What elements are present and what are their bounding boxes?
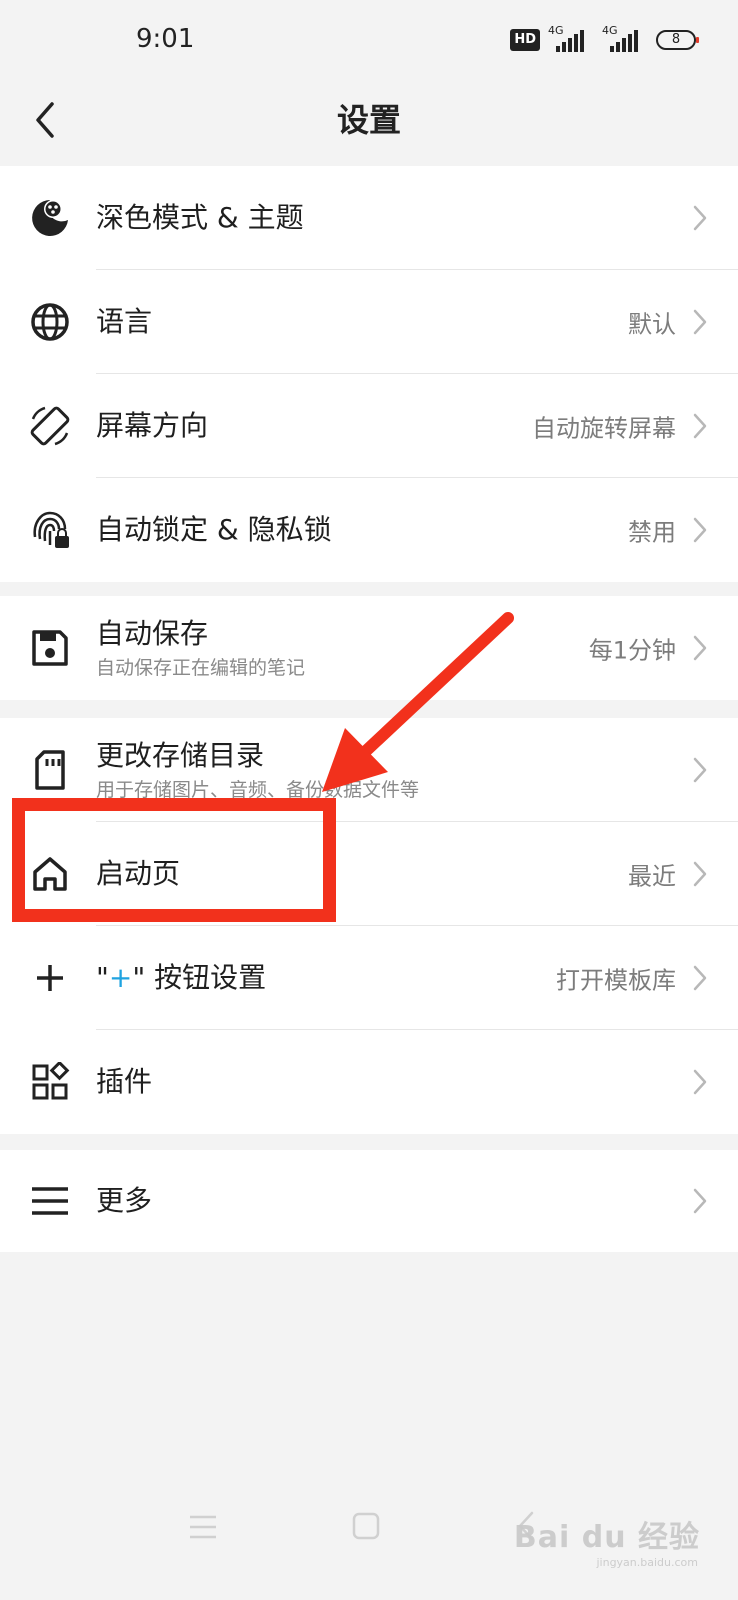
home-nav-icon[interactable] bbox=[352, 1512, 380, 1540]
watermark: Bai du 经验 bbox=[513, 1520, 700, 1555]
recent-apps-icon[interactable] bbox=[188, 1514, 218, 1540]
annotation-arrow bbox=[322, 612, 514, 792]
watermark-url: jingyan.baidu.com bbox=[596, 1556, 698, 1569]
